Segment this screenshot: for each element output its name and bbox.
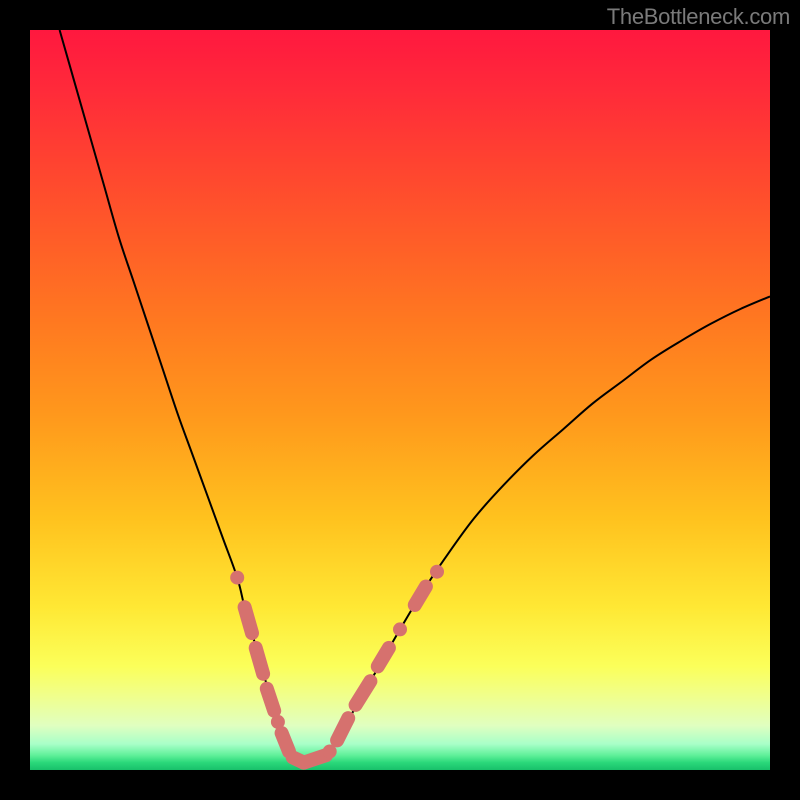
- marker-segment: [282, 733, 289, 752]
- marker-segment: [304, 755, 326, 762]
- marker-group: [230, 565, 444, 763]
- marker-segment: [245, 607, 252, 633]
- marker-segment: [415, 587, 426, 606]
- marker-segment: [267, 689, 274, 711]
- curve-right-branch: [326, 296, 770, 755]
- watermark-text: TheBottleneck.com: [607, 4, 790, 30]
- marker-segment: [378, 648, 389, 667]
- marker-segment: [337, 718, 348, 740]
- marker-dot: [430, 565, 444, 579]
- marker-segment: [256, 648, 263, 674]
- plot-area: [30, 30, 770, 770]
- marker-dot: [230, 571, 244, 585]
- chart-frame: TheBottleneck.com: [0, 0, 800, 800]
- curve-svg: [30, 30, 770, 770]
- marker-segment: [356, 681, 371, 705]
- marker-dot: [393, 622, 407, 636]
